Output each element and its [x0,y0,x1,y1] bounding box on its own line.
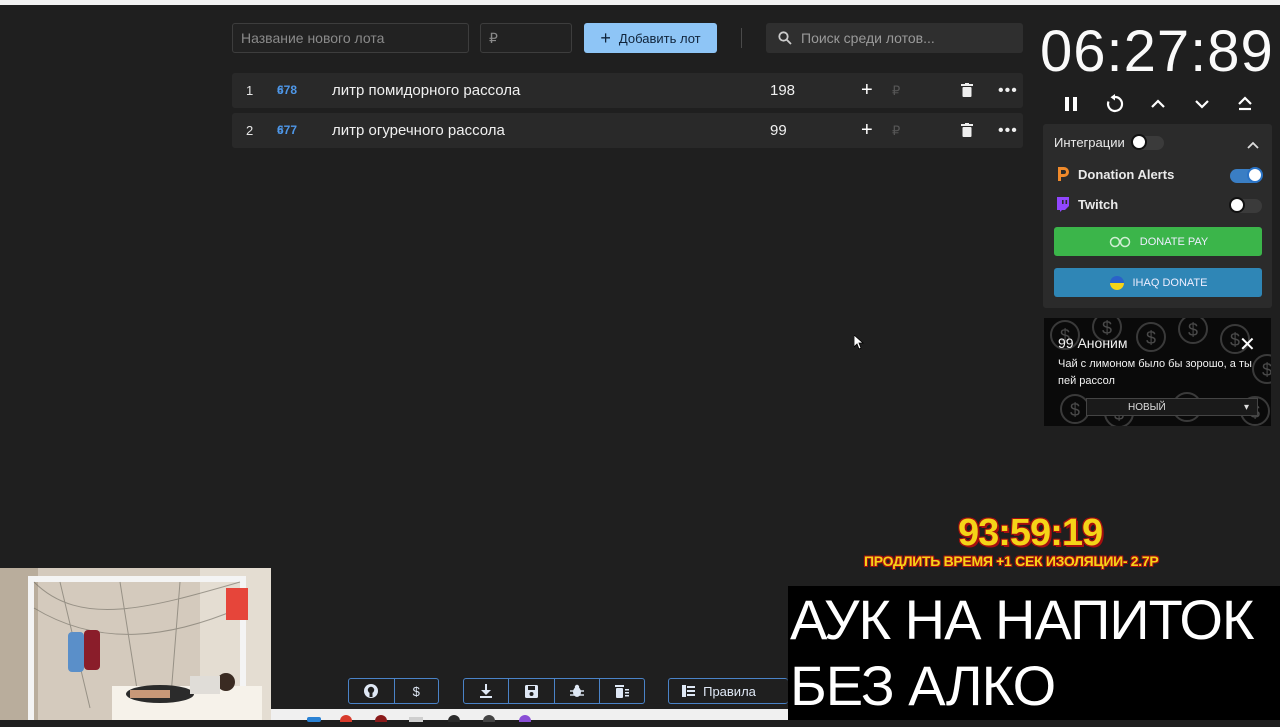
search-icon [778,31,792,45]
lot-name[interactable]: литр огуречного рассола [332,113,505,148]
twitch-label: Twitch [1078,196,1119,212]
integrations-panel: Интеграции Donation Alerts Twitch DONATE… [1043,124,1272,308]
reset-icon[interactable] [1103,92,1127,116]
amount-input[interactable]: ₽ [480,23,572,53]
ruble-input[interactable]: ₽ [892,73,900,108]
coin-icon: $ [1178,318,1208,344]
title-banner: АУК НА НАПИТОК БЕЗ АЛКО [788,586,1280,720]
mouse-cursor [853,334,865,355]
lot-amount: 198 [770,82,796,99]
trash-icon[interactable] [961,83,973,97]
coin-icon: $ [1136,322,1166,352]
toolbar-group-rules: Правила [668,678,788,704]
pause-icon[interactable] [1059,92,1083,116]
donate-dollar-button[interactable]: $ [395,679,439,703]
twitch-toggle[interactable] [1229,197,1262,213]
add-amount-button[interactable]: + [861,113,873,148]
top-border [0,0,1280,5]
integrations-title: Интеграции [1054,135,1125,150]
rules-button[interactable]: Правила [669,679,769,703]
lot-row: 1 #678 литр помидорного рассола 198 + ₽ … [232,73,1023,108]
donate-pay-button[interactable]: DONATE PAY [1054,227,1262,256]
trash-icon[interactable] [961,123,973,137]
bug-icon[interactable] [555,679,600,703]
divider [741,28,742,48]
banner-line-1: АУК НА НАПИТОК [790,588,1255,651]
lot-row: 2 #677 литр огуречного рассола 99 + ₽ ••… [232,113,1023,148]
lot-amount: 99 [770,122,787,139]
double-chevron-up-icon[interactable] [1233,92,1257,116]
chevron-down-icon[interactable] [1190,92,1214,116]
rules-label: Правила [703,683,756,699]
toolbar-group-actions [463,678,645,704]
webcam-image [0,568,271,720]
status-label: НОВЫЙ [1128,402,1166,413]
lot-number: 2 [246,123,254,138]
donate-pay-icon [1109,236,1131,247]
search-placeholder: Поиск среди лотов... [801,30,935,46]
more-icon[interactable]: ••• [998,73,1018,108]
delete-all-icon[interactable] [600,679,644,703]
lot-name[interactable]: литр помидорного рассола [332,73,520,108]
os-taskbar [271,709,788,727]
add-lot-label: Добавить лот [618,30,701,46]
donation-alerts-label: Donation Alerts [1078,166,1175,182]
extend-time-text: ПРОДЛИТЬ ВРЕМЯ +1 СЕК ИЗОЛЯЦИИ- 2.7Р [864,553,1159,569]
integrations-toggle[interactable] [1131,134,1164,150]
github-icon[interactable] [349,679,395,703]
search-input[interactable]: Поиск среди лотов... [766,23,1023,53]
donation-alerts-item: Donation Alerts [1056,166,1174,182]
chevron-up-icon[interactable] [1247,136,1259,154]
chevron-down-icon: ▾ [1243,402,1249,413]
add-lot-button[interactable]: + Добавить лот [584,23,717,53]
toolbar-group-links: $ [348,678,439,704]
webcam-feed [0,568,271,720]
ruble-input[interactable]: ₽ [892,113,900,148]
twitch-item: Twitch [1056,196,1118,212]
close-icon[interactable]: ✕ [1239,332,1256,357]
more-icon[interactable]: ••• [998,113,1018,148]
ihaq-icon [1109,275,1124,290]
new-lot-input[interactable]: Название нового лота [232,23,469,53]
banner-line-2: БЕЗ АЛКО [790,654,1056,717]
status-select[interactable]: НОВЫЙ ▾ [1086,398,1258,416]
donate-pay-label: DONATE PAY [1139,235,1209,248]
twitch-icon [1057,197,1069,212]
chevron-up-icon[interactable] [1146,92,1170,116]
save-icon[interactable] [509,679,555,703]
donation-card: $ $ $ $ $ $ $ $ $ $ 99 Аноним Чай с лимо… [1044,318,1271,426]
auction-timer: 06:27:89 [1040,19,1274,84]
donor-name: 99 Аноним [1058,335,1128,351]
ihaq-label: IHAQ DONATE [1132,276,1208,289]
ihaq-donate-button[interactable]: IHAQ DONATE [1054,268,1262,297]
donation-alerts-toggle[interactable] [1230,167,1263,183]
isolation-timer: 93:59:19 [958,512,1103,554]
add-amount-button[interactable]: + [861,73,873,108]
download-icon[interactable] [464,679,510,703]
plus-icon: + [600,28,611,48]
rules-icon [682,685,696,697]
donation-alerts-icon [1058,167,1069,181]
lot-number: 1 [246,83,254,98]
donation-message: Чай с лимоном было бы зорошо, а ты пей р… [1058,358,1252,387]
